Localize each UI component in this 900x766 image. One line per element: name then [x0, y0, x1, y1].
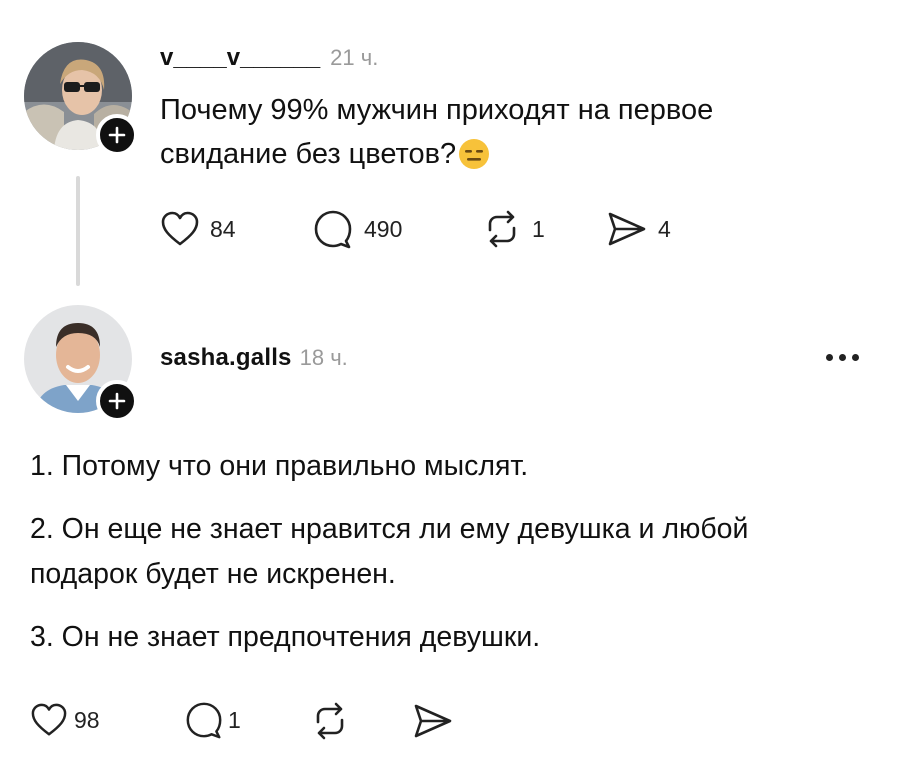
reply-comment-button[interactable]: 1: [184, 700, 241, 740]
repost-icon: [488, 210, 516, 248]
reply-paragraph-2-line-2: подарок будет не искренен.: [30, 558, 396, 590]
reply-follow-button[interactable]: [96, 380, 138, 422]
plus-icon: [108, 126, 126, 144]
more-dots-icon: [826, 354, 833, 361]
post-header: v____v______ 21 ч.: [160, 44, 378, 72]
more-options-button[interactable]: [826, 354, 859, 361]
reply-like-button[interactable]: 98: [30, 702, 100, 738]
reply-share-button[interactable]: [412, 702, 454, 740]
post-share-count: 4: [658, 215, 671, 242]
post-text-line-1: Почему 99% мужчин приходят на первое: [160, 94, 714, 126]
send-icon: [414, 704, 452, 738]
expressionless-emoji-icon: [458, 138, 490, 170]
post-repost-count: 1: [532, 215, 545, 242]
post-comment-button[interactable]: 490: [312, 208, 402, 250]
plus-icon: [108, 392, 126, 410]
reply-paragraph-1: 1. Потому что они правильно мыслят.: [30, 450, 529, 482]
reply-text: 1. Потому что они правильно мыслят. 2. О…: [30, 444, 880, 660]
reply-header: sasha.galls 18 ч.: [160, 344, 348, 372]
post-like-button[interactable]: 84: [160, 210, 236, 248]
post-text-line-2: свидание без цветов?: [160, 138, 457, 170]
heart-icon: [31, 703, 67, 736]
post-share-button[interactable]: 4: [606, 210, 671, 248]
post-text: Почему 99% мужчин приходят на первое сви…: [160, 88, 860, 176]
post-like-count: 84: [210, 215, 236, 242]
reply-paragraph-2-line-1: 2. Он еще не знает нравится ли ему девуш…: [30, 513, 749, 545]
reply-username[interactable]: sasha.galls: [160, 344, 292, 372]
comment-bubble-icon: [314, 210, 352, 249]
reply-paragraph-3: 3. Он не знает предпочтения девушки.: [30, 621, 541, 653]
post-comment-count: 490: [364, 215, 403, 242]
comment-bubble-icon: [186, 702, 222, 739]
post-repost-button[interactable]: 1: [482, 210, 545, 248]
send-icon: [608, 212, 646, 246]
heart-icon: [161, 211, 199, 246]
post-username[interactable]: v____v______: [160, 44, 320, 72]
reply-timestamp: 18 ч.: [299, 345, 348, 370]
reply-comment-count: 1: [228, 706, 241, 733]
post-follow-button[interactable]: [96, 114, 138, 156]
post-timestamp: 21 ч.: [330, 45, 379, 70]
reply-like-count: 98: [74, 706, 100, 733]
reply-paragraph-2: 2. Он еще не знает нравится ли ему девуш…: [30, 507, 880, 597]
reply-repost-button[interactable]: [310, 702, 350, 740]
thread-line: [76, 176, 80, 286]
repost-icon: [316, 702, 344, 740]
